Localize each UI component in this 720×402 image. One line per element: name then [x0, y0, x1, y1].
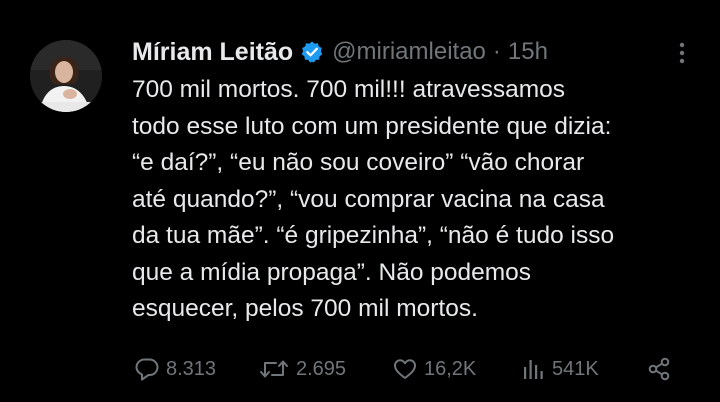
share-button[interactable]: [646, 352, 672, 386]
like-count: 16,2K: [424, 357, 477, 380]
separator-dot: ·: [492, 38, 501, 65]
retweet-button[interactable]: 2.695: [258, 352, 346, 386]
tweet: Míriam Leitão @miriamleitao · 15h 700 mi…: [0, 0, 720, 402]
heart-icon: [392, 356, 418, 382]
avatar-photo: [30, 40, 102, 112]
reply-count: 8.313: [166, 357, 217, 380]
avatar[interactable]: [30, 40, 102, 112]
reply-button[interactable]: 8.313: [134, 352, 216, 386]
retweet-icon: [258, 356, 290, 382]
verified-badge-icon: [300, 40, 324, 64]
like-button[interactable]: 16,2K: [392, 352, 476, 386]
author-name[interactable]: Míriam Leitão: [132, 38, 293, 67]
tweet-actions: 8.313 2.695 16,2K 541K: [134, 352, 684, 386]
author-handle[interactable]: @miriamleitao: [332, 38, 486, 66]
share-icon: [646, 356, 672, 382]
views-chart-icon: [520, 356, 546, 382]
reply-icon: [134, 356, 160, 382]
views-count: 541K: [552, 357, 599, 380]
tweet-header: Míriam Leitão @miriamleitao · 15h: [132, 34, 548, 70]
tweet-text: 700 mil mortos. 700 mil!!! atravessamos …: [132, 76, 615, 322]
more-options-icon[interactable]: [670, 38, 694, 68]
retweet-count: 2.695: [296, 357, 347, 380]
tweet-time[interactable]: 15h: [508, 38, 548, 66]
views-button[interactable]: 541K: [520, 352, 599, 386]
